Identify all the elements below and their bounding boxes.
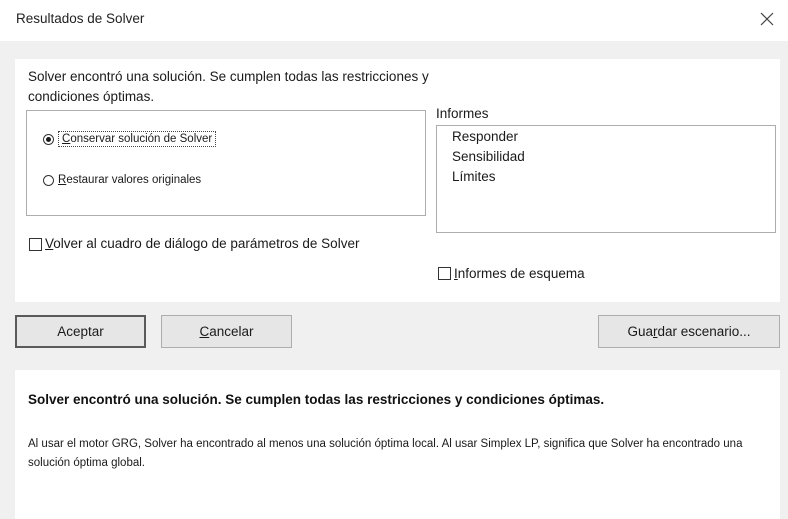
solver-results-dialog: Resultados de Solver Solver encontró una… xyxy=(0,0,788,519)
options-panel: Solver encontró una solución. Se cumplen… xyxy=(15,59,780,302)
checkbox-esquema[interactable] xyxy=(438,267,451,280)
explanation-panel: Solver encontró una solución. Se cumplen… xyxy=(15,370,780,519)
informes-item-responder[interactable]: Responder xyxy=(437,127,775,147)
solution-radio-group: Conservar solución de Solver Restaurar v… xyxy=(26,110,426,216)
checkbox-volver-label: Volver al cuadro de diálogo de parámetro… xyxy=(45,236,360,251)
radio-button-restore[interactable] xyxy=(43,174,54,186)
radio-restore-values[interactable]: Restaurar valores originales xyxy=(43,174,201,186)
close-icon xyxy=(760,12,774,26)
checkbox-volver[interactable] xyxy=(29,237,42,251)
informes-listbox[interactable]: Responder Sensibilidad Límites xyxy=(436,125,776,233)
explanation-title: Solver encontró una solución. Se cumplen… xyxy=(28,392,605,407)
radio-restore-label: Restaurar valores originales xyxy=(58,174,202,186)
radio-keep-solution[interactable]: Conservar solución de Solver xyxy=(43,131,217,147)
dialog-content: Solver encontró una solución. Se cumplen… xyxy=(0,41,788,519)
informes-item-limites[interactable]: Límites xyxy=(437,167,775,187)
close-button[interactable] xyxy=(752,4,782,34)
checkbox-esquema-label: Informes de esquema xyxy=(454,266,585,281)
informes-label: Informes xyxy=(436,106,489,121)
explanation-description: Al usar el motor GRG, Solver ha encontra… xyxy=(28,438,743,469)
cancel-button[interactable]: Cancelar xyxy=(161,315,292,348)
ok-button[interactable]: Aceptar xyxy=(15,315,146,348)
informes-item-sensibilidad[interactable]: Sensibilidad xyxy=(437,147,775,167)
radio-keep-label: Conservar solución de Solver xyxy=(58,131,217,147)
radio-button-keep[interactable] xyxy=(43,133,54,145)
checkbox-outline-reports[interactable]: Informes de esquema xyxy=(438,266,585,281)
save-scenario-button[interactable]: Gua r dar escenario... xyxy=(598,315,780,348)
result-message: Solver encontró una solución. Se cumplen… xyxy=(28,69,429,104)
checkbox-return-to-parameters[interactable]: Volver al cuadro de diálogo de parámetro… xyxy=(29,234,409,254)
title-bar: Resultados de Solver xyxy=(0,0,788,40)
window-title: Resultados de Solver xyxy=(16,11,145,26)
